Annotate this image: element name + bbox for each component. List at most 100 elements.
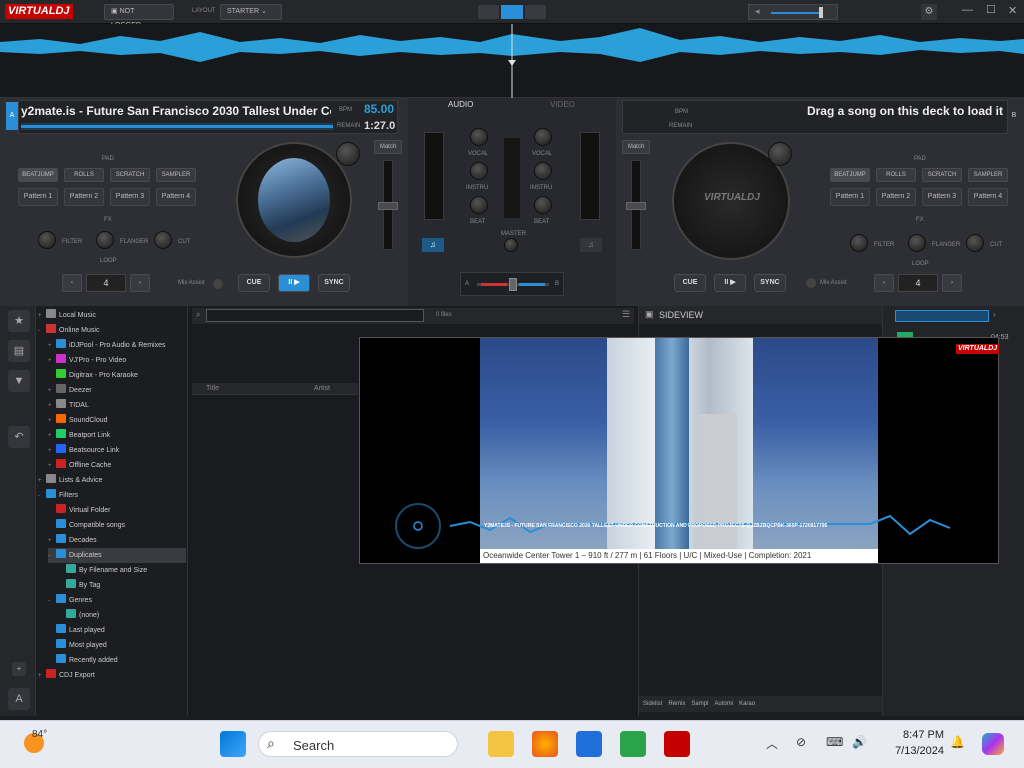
tree-item[interactable]: Recently added: [48, 653, 186, 668]
deck-a-pad-1[interactable]: Pattern 1: [18, 188, 58, 206]
channel-b-instru-knob[interactable]: [534, 162, 552, 180]
tree-expander-icon[interactable]: +: [48, 339, 56, 354]
font-size-icon[interactable]: A: [8, 688, 30, 710]
deck-a-jogwheel[interactable]: [236, 142, 352, 258]
deck-a-pad-3[interactable]: Pattern 3: [110, 188, 150, 206]
tree-item[interactable]: + Beatsource Link: [48, 443, 186, 458]
deck-a-cue-button[interactable]: CUE: [238, 274, 270, 292]
copilot-icon[interactable]: [982, 733, 1004, 755]
tree-expander-icon[interactable]: -: [48, 549, 56, 564]
deck-a-pad-mode-scratch[interactable]: SCRATCH: [110, 168, 150, 182]
tree-expander-icon[interactable]: -: [48, 594, 56, 609]
tree-item[interactable]: + CDJ Export: [38, 668, 186, 683]
tree-item[interactable]: Virtual Folder: [48, 503, 186, 518]
deck-a-pad-mode-sampler[interactable]: SAMPLER: [156, 168, 196, 182]
channel-b-volume-fader[interactable]: [580, 132, 600, 220]
tree-item[interactable]: + Decades: [48, 533, 186, 548]
deck-b-pad-2[interactable]: Pattern 2: [876, 188, 916, 206]
layout-select[interactable]: STARTER ⌄: [220, 4, 282, 20]
deck-b-fx-flanger-knob[interactable]: [908, 234, 926, 252]
tree-item[interactable]: - Online Music: [38, 323, 186, 338]
deck-a-pad-mode-rolls[interactable]: ROLLS: [64, 168, 104, 182]
tree-item[interactable]: Last played: [48, 623, 186, 638]
deck-a-play-button[interactable]: II ▶: [278, 274, 310, 292]
tree-item[interactable]: + Offline Cache: [48, 458, 186, 473]
notification-bell-icon[interactable]: 🔔: [950, 735, 965, 749]
channel-b-beat-knob[interactable]: [534, 196, 552, 214]
virtualdj-taskbar-icon[interactable]: [664, 731, 690, 757]
volume-icon[interactable]: 🔊: [852, 735, 867, 749]
channel-a-instru-knob[interactable]: [470, 162, 488, 180]
tree-item[interactable]: + Lists & Advice: [38, 473, 186, 488]
settings-gear-icon[interactable]: ⚙: [921, 4, 937, 20]
clock-date[interactable]: 7/13/2024: [884, 745, 944, 757]
deck-a-fx-cut-knob[interactable]: [154, 231, 172, 249]
deck-b-pad-mode-sampler[interactable]: SAMPLER: [968, 168, 1008, 182]
deck-b-mix-assist[interactable]: Mix Assist: [820, 280, 847, 286]
sideview-tab-sampler[interactable]: Sampl: [691, 701, 708, 707]
deck-b-cue-button[interactable]: CUE: [674, 274, 706, 292]
filter-icon[interactable]: ▼: [8, 370, 30, 392]
deck-b-pad-mode-rolls[interactable]: ROLLS: [876, 168, 916, 182]
sideview-tab-remix[interactable]: Remix: [668, 701, 685, 707]
tree-item[interactable]: - Duplicates: [48, 548, 186, 563]
tree-item[interactable]: + VJ'Pro - Pro Video: [48, 353, 186, 368]
tree-item[interactable]: - Genres: [48, 593, 186, 608]
mixer-tab-audio[interactable]: AUDIO: [448, 100, 473, 109]
tree-expander-icon[interactable]: +: [38, 309, 46, 324]
col-artist[interactable]: Artist: [314, 385, 330, 392]
deck-b-mix-assist-toggle[interactable]: [806, 278, 816, 288]
tree-item[interactable]: + TIDAL: [48, 398, 186, 413]
taskbar-search[interactable]: ⌕ Search: [258, 731, 458, 757]
deck-b-fx-cut-knob[interactable]: [966, 234, 984, 252]
channel-b-headphones-icon[interactable]: ♫: [580, 238, 602, 252]
deck-a-mix-assist[interactable]: Mix Assist: [178, 280, 205, 286]
master-knob[interactable]: [504, 238, 518, 252]
tree-expander-icon[interactable]: -: [38, 324, 46, 339]
rhythm-waveform[interactable]: [0, 24, 1024, 98]
tree-item[interactable]: By Tag: [58, 578, 186, 593]
col-title[interactable]: Title: [206, 385, 219, 392]
deck-a-match-button[interactable]: Match: [374, 140, 402, 154]
tree-expander-icon[interactable]: -: [38, 489, 46, 504]
torrent-icon[interactable]: [620, 731, 646, 757]
deck-b-pad-mode-scratch[interactable]: SCRATCH: [922, 168, 962, 182]
crossfader-handle[interactable]: [509, 278, 517, 291]
file-explorer-icon[interactable]: [488, 731, 514, 757]
tree-expander-icon[interactable]: +: [48, 444, 56, 459]
sideview-tab-karaoke[interactable]: Karao: [739, 701, 755, 707]
tree-expander-icon[interactable]: +: [48, 459, 56, 474]
deck-a-pad-4[interactable]: Pattern 4: [156, 188, 196, 206]
defender-icon[interactable]: [576, 731, 602, 757]
deck-a-mini-waveform[interactable]: [21, 123, 333, 130]
tree-item[interactable]: (none): [58, 608, 186, 623]
tree-item[interactable]: + Deezer: [48, 383, 186, 398]
sideview-tab-sidelist[interactable]: Sidelist: [643, 701, 662, 707]
tree-item[interactable]: Most played: [48, 638, 186, 653]
minimize-button[interactable]: —: [962, 4, 973, 16]
search-input[interactable]: [206, 309, 424, 322]
tree-expander-icon[interactable]: +: [48, 354, 56, 369]
maximize-button[interactable]: ☐: [986, 3, 996, 16]
video-output-window[interactable]: VIRTUALDJ Y2MATE.IS - FUTURE SAN FRANCIS…: [359, 337, 1000, 564]
tree-item[interactable]: + iDJPool - Pro Audio & Remixes: [48, 338, 186, 353]
tree-expander-icon[interactable]: +: [48, 399, 56, 414]
deck-a-pitch-handle[interactable]: [378, 202, 398, 210]
info-progress-bar[interactable]: [895, 310, 989, 322]
tree-expander-icon[interactable]: +: [48, 384, 56, 399]
deck-b-fx-filter-knob[interactable]: [850, 234, 868, 252]
mixer-tab-video[interactable]: VIDEO: [550, 100, 575, 109]
crossfader[interactable]: A B: [460, 272, 564, 296]
tree-item[interactable]: + Beatport Link: [48, 428, 186, 443]
tree-expander-icon[interactable]: +: [48, 414, 56, 429]
channel-a-headphones-icon[interactable]: ♫: [422, 238, 444, 252]
deck-a-sync-button[interactable]: SYNC: [318, 274, 350, 292]
close-button[interactable]: ✕: [1008, 4, 1017, 17]
channel-a-volume-fader[interactable]: [424, 132, 444, 220]
deck-b-loop-down-button[interactable]: ‹: [874, 274, 894, 292]
deck-a-mix-assist-toggle[interactable]: [213, 279, 223, 289]
master-volume-slider[interactable]: ◂: [748, 4, 838, 20]
deck-view-switcher[interactable]: [478, 5, 546, 19]
deck-b-pad-1[interactable]: Pattern 1: [830, 188, 870, 206]
tree-item[interactable]: By Filename and Size: [58, 563, 186, 578]
